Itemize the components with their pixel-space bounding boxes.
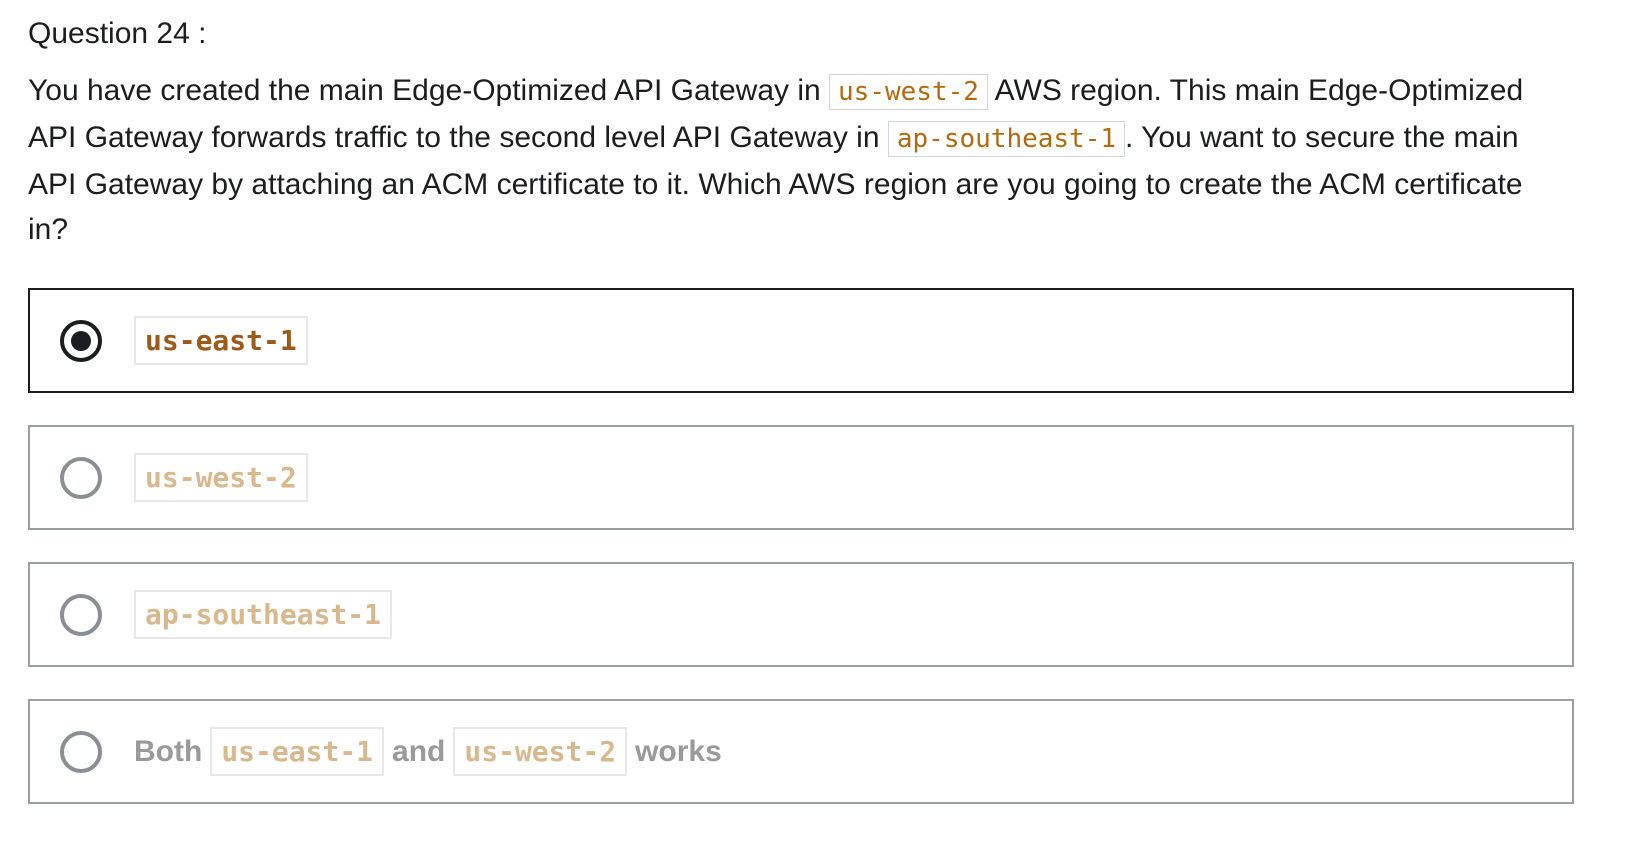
question-label: Question 24 :: [28, 17, 207, 50]
question-text-part: You have created the main Edge-Optimized…: [28, 74, 830, 107]
question-container: Question 24 : You have created the main …: [28, 14, 1578, 836]
radio-button[interactable]: [60, 456, 102, 499]
option-content: ap-southeast-1: [134, 590, 393, 639]
option-code: us-east-1: [134, 316, 308, 365]
option-code: ap-southeast-1: [134, 590, 393, 639]
radio-dot: [71, 330, 91, 351]
answer-options: us-east-1 us-west-2 ap-southeast-1 Both …: [28, 288, 1578, 804]
question-text: You have created the main Edge-Optimized…: [28, 68, 1558, 252]
option-code: us-west-2: [453, 727, 628, 776]
radio-button[interactable]: [60, 593, 102, 636]
option-content: us-east-1: [134, 316, 308, 365]
option-code: us-west-2: [134, 453, 308, 502]
answer-option-both[interactable]: Both us-east-1 and us-west-2 works: [28, 699, 1574, 804]
answer-option-us-east-1[interactable]: us-east-1: [28, 288, 1574, 393]
option-content: us-west-2: [134, 453, 308, 502]
option-text: works: [635, 734, 722, 768]
option-text: and: [392, 734, 446, 768]
option-code: us-east-1: [210, 727, 385, 776]
option-text: Both: [134, 734, 203, 768]
inline-code-region: us-west-2: [829, 74, 988, 110]
radio-button[interactable]: [60, 730, 102, 773]
option-content: Both us-east-1 and us-west-2 works: [134, 727, 730, 776]
inline-code-region: ap-southeast-1: [887, 121, 1126, 157]
answer-option-us-west-2[interactable]: us-west-2: [28, 425, 1574, 530]
radio-button-selected[interactable]: [60, 319, 102, 362]
answer-option-ap-southeast-1[interactable]: ap-southeast-1: [28, 562, 1574, 667]
